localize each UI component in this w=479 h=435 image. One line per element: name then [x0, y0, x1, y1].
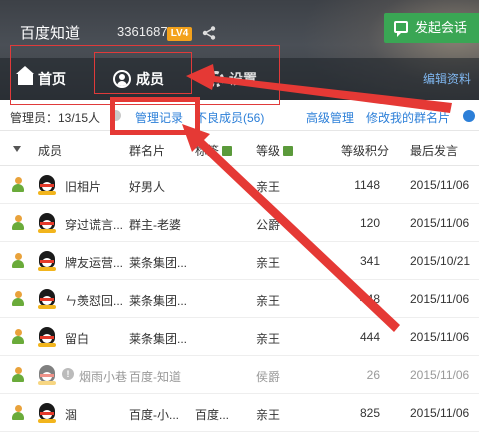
- table-row[interactable]: 留白 莱条集团... 亲王 444 2015/11/06: [0, 318, 479, 356]
- annotation-box-admin-log: [110, 97, 200, 135]
- member-last-message: 2015/10/21: [410, 254, 471, 268]
- qq-avatar-icon[interactable]: [38, 251, 56, 271]
- table-row[interactable]: 涸百度-小... 百度... 亲王 825 2015/11/06: [0, 394, 479, 432]
- col-tag[interactable]: 标签: [195, 142, 233, 159]
- level-badge: LV4: [167, 27, 192, 41]
- warning-icon: !: [62, 368, 74, 380]
- annotation-box-members: [94, 52, 192, 94]
- add-member-icon[interactable]: [463, 110, 475, 122]
- member-points: 26: [366, 368, 380, 382]
- member-table-header: 成员 群名片 标签 等级 等级积分 最后发言: [0, 131, 479, 166]
- member-points: 1148: [354, 178, 380, 192]
- member-points: 448: [359, 292, 380, 306]
- col-level-label: 等级: [256, 144, 281, 158]
- member-points: 341: [359, 254, 380, 268]
- member-card: 百度-小...: [129, 408, 179, 422]
- table-row[interactable]: ! 烟雨小巷 百度-知道 侯爵 26 2015/11/06: [0, 356, 479, 394]
- member-last-message: 2015/11/06: [410, 216, 470, 230]
- person-icon: [12, 367, 24, 382]
- edit-pencil-icon[interactable]: [222, 146, 233, 156]
- member-name[interactable]: 穿过谎言...: [65, 216, 125, 233]
- share-icon[interactable]: [202, 26, 216, 40]
- member-last-message: 2015/11/06: [410, 406, 470, 420]
- person-icon: [12, 405, 24, 420]
- member-card: 百度-知道: [129, 370, 181, 384]
- table-row[interactable]: 穿过谎言... 群主-老婆 公爵 120 2015/11/06: [0, 204, 479, 242]
- table-row[interactable]: 旧相片 好男人 亲王 1148 2015/11/06: [0, 166, 479, 204]
- bad-members-link[interactable]: 不良成员(56): [195, 109, 264, 126]
- member-name[interactable]: 旧相片: [65, 178, 125, 195]
- person-icon: [12, 291, 24, 306]
- member-level: 亲王: [256, 332, 281, 346]
- member-card: 好男人: [129, 180, 166, 194]
- member-name[interactable]: 涸: [65, 406, 125, 423]
- member-level: 亲王: [256, 408, 281, 422]
- member-card: 莱条集团...: [129, 294, 188, 308]
- chat-icon: [394, 21, 408, 37]
- qq-avatar-icon[interactable]: [38, 403, 56, 423]
- col-last-message[interactable]: 最后发言: [410, 142, 458, 159]
- member-last-message: 2015/11/06: [410, 368, 470, 382]
- member-points: 444: [359, 330, 380, 344]
- edit-card-link[interactable]: 修改我的群名片: [366, 109, 450, 126]
- edit-profile-link[interactable]: 编辑资料: [423, 70, 471, 87]
- member-name[interactable]: 牌友运营...: [65, 254, 125, 271]
- qq-avatar-icon[interactable]: [38, 213, 56, 233]
- start-chat-button[interactable]: 发起会话: [384, 13, 479, 43]
- member-points: 825: [359, 406, 380, 420]
- admin-count: 管理员：13/15人: [10, 111, 101, 125]
- member-level: 侯爵: [256, 370, 281, 384]
- person-icon: [12, 215, 24, 230]
- group-name: 百度知道: [20, 25, 81, 42]
- qq-avatar-icon[interactable]: [38, 175, 56, 195]
- col-member[interactable]: 成员: [38, 142, 62, 159]
- qq-avatar-icon[interactable]: [38, 289, 56, 309]
- col-points[interactable]: 等级积分: [341, 142, 389, 159]
- advanced-manage-link[interactable]: 高级管理: [306, 109, 354, 126]
- member-level: 亲王: [256, 256, 281, 270]
- member-name[interactable]: ㄣ羡怼回...: [65, 292, 125, 309]
- member-last-message: 2015/11/06: [410, 292, 470, 306]
- member-level: 亲王: [256, 180, 281, 194]
- member-tag: 百度...: [195, 408, 230, 422]
- member-name[interactable]: 留白: [65, 330, 125, 347]
- member-card: 莱条集团...: [129, 332, 188, 346]
- member-last-message: 2015/11/06: [410, 178, 470, 192]
- member-last-message: 2015/11/06: [410, 330, 470, 344]
- table-row[interactable]: 牌友运营... 莱条集团... 亲王 341 2015/10/21: [0, 242, 479, 280]
- qq-avatar-icon[interactable]: [38, 365, 56, 385]
- member-card: 群主-老婆: [129, 218, 181, 232]
- table-row[interactable]: ㄣ羡怼回... 莱条集团... 亲王 448 2015/11/06: [0, 280, 479, 318]
- col-tag-label: 标签: [195, 144, 220, 158]
- col-card[interactable]: 群名片: [129, 142, 165, 159]
- edit-pencil-icon[interactable]: [283, 146, 294, 156]
- col-level[interactable]: 等级: [256, 142, 294, 159]
- member-points: 120: [359, 216, 380, 230]
- person-icon: [12, 177, 24, 192]
- member-card: 莱条集团...: [129, 256, 188, 270]
- sort-arrow-icon[interactable]: [13, 146, 21, 152]
- qq-avatar-icon[interactable]: [38, 327, 56, 347]
- member-level: 公爵: [256, 218, 281, 232]
- person-icon: [12, 329, 24, 344]
- start-chat-label: 发起会话: [415, 20, 468, 35]
- member-level: 亲王: [256, 294, 281, 308]
- person-icon: [12, 253, 24, 268]
